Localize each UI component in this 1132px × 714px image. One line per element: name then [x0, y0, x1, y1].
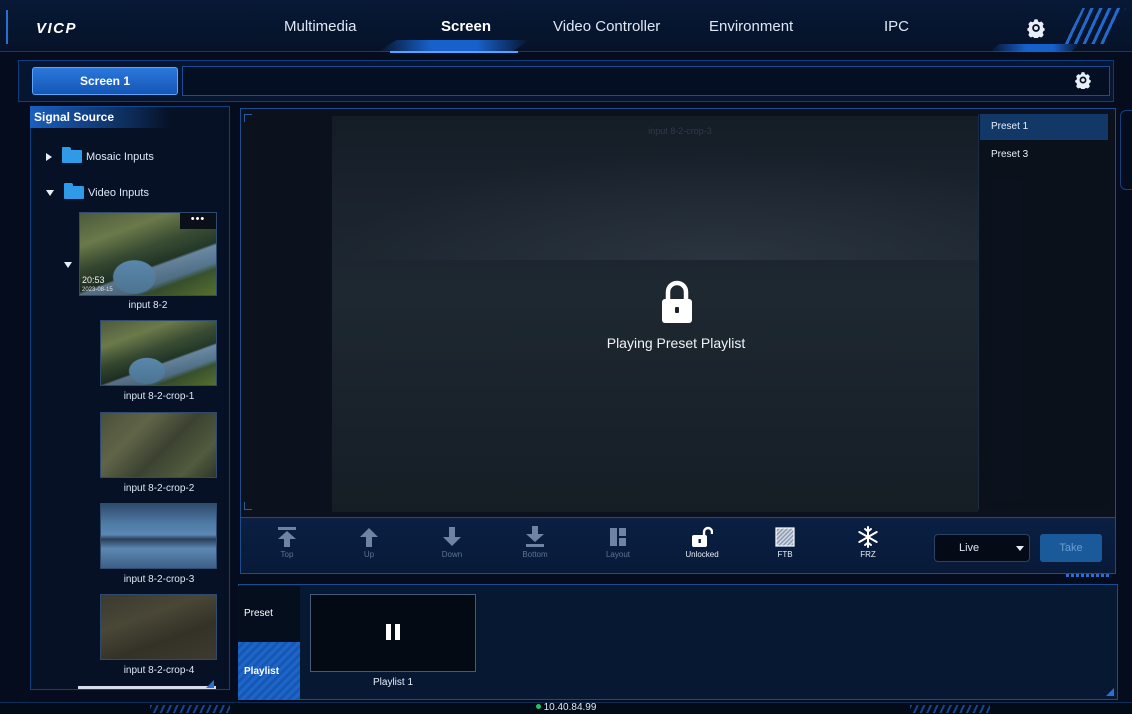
- canvas-layer-title: input 8-2-crop-3: [648, 126, 712, 136]
- corner-mark: [244, 114, 252, 122]
- thumbnail-time: 20:53: [82, 275, 105, 285]
- tab-ipc[interactable]: IPC: [884, 18, 909, 35]
- input-label: input 8-2-crop-2: [123, 483, 195, 494]
- move-up-button[interactable]: Up: [344, 524, 394, 570]
- move-down-button[interactable]: Down: [427, 524, 477, 570]
- active-tab-underline: [390, 51, 518, 53]
- chevron-down-icon[interactable]: [46, 189, 54, 196]
- layout-icon: [610, 528, 626, 546]
- freeze-button[interactable]: FRZ: [843, 524, 893, 570]
- chevron-down-icon[interactable]: [1016, 546, 1024, 551]
- move-bottom-button[interactable]: Bottom: [510, 524, 560, 570]
- tab-multimedia[interactable]: Multimedia: [284, 18, 357, 35]
- tool-label: FRZ: [860, 550, 876, 559]
- chevron-down-icon[interactable]: [64, 262, 72, 268]
- tool-label: Down: [441, 550, 463, 559]
- gear-icon[interactable]: [1026, 18, 1046, 38]
- move-bottom-icon: [526, 526, 544, 547]
- preset-item[interactable]: Preset 1: [980, 114, 1108, 140]
- folder-icon: [62, 147, 82, 163]
- input-label: input 8-2: [128, 300, 168, 311]
- unlock-button[interactable]: Unlocked: [677, 524, 727, 570]
- preset-item[interactable]: Preset 3: [980, 142, 1108, 168]
- arrow-up-icon: [360, 528, 378, 547]
- ip-address: 10.40.84.99: [543, 702, 597, 713]
- decorative-dash: [1066, 574, 1110, 577]
- tree-item-mosaic-inputs[interactable]: Mosaic Inputs: [46, 147, 154, 163]
- more-options-button[interactable]: •••: [180, 213, 216, 229]
- preview-image: [332, 150, 978, 260]
- tab-playlist[interactable]: Playlist: [238, 642, 300, 700]
- settings-highlight: [990, 44, 1080, 52]
- input-label: input 8-2-crop-1: [123, 391, 195, 402]
- thumbnail-date: 2023-08-15: [82, 287, 113, 293]
- ftb-icon: [775, 527, 795, 547]
- connected-indicator-icon: [535, 704, 541, 709]
- take-button[interactable]: Take: [1040, 534, 1102, 562]
- playlist-label: Playlist 1: [372, 677, 413, 688]
- move-top-icon: [278, 527, 296, 547]
- tool-label: Layout: [605, 550, 631, 559]
- input-thumbnail[interactable]: ••• 20:53 2023-08-15: [79, 212, 217, 296]
- lock-icon: [662, 280, 692, 323]
- panel-corner: [1106, 688, 1114, 696]
- folder-icon: [64, 183, 84, 199]
- connection-status: 10.40.84.99: [0, 702, 1132, 713]
- input-label: input 8-2-crop-4: [123, 665, 195, 676]
- tree-item-video-inputs[interactable]: Video Inputs: [46, 183, 149, 199]
- unlock-icon: [692, 526, 713, 547]
- tree-item-label: Mosaic Inputs: [86, 150, 154, 163]
- side-panel-handle[interactable]: [1120, 110, 1132, 190]
- tab-video-controller[interactable]: Video Controller: [553, 18, 660, 35]
- signal-source-title: Signal Source: [30, 106, 170, 128]
- move-top-button[interactable]: Top: [262, 524, 312, 570]
- app-logo: VICP: [36, 20, 78, 37]
- snowflake-icon: [858, 526, 878, 548]
- scroll-edge: [78, 686, 216, 689]
- ftb-button[interactable]: FTB: [760, 524, 810, 570]
- tab-preset[interactable]: Preset: [238, 586, 300, 642]
- screen-tab-strip: [182, 66, 1110, 96]
- layout-button[interactable]: Layout: [593, 524, 643, 570]
- input-thumbnail[interactable]: [100, 594, 217, 660]
- tab-environment[interactable]: Environment: [709, 18, 793, 35]
- input-label: input 8-2-crop-3: [123, 574, 195, 585]
- pause-icon[interactable]: [386, 624, 400, 640]
- tree-item-label: Video Inputs: [88, 186, 149, 199]
- chevron-right-icon[interactable]: [46, 152, 52, 161]
- gear-icon[interactable]: [1074, 71, 1092, 89]
- tool-label: FTB: [777, 550, 793, 559]
- preset-scroll-shade: [992, 180, 1022, 500]
- tool-label: Top: [280, 550, 294, 559]
- panel-corner: [206, 680, 214, 688]
- tool-label: Bottom: [522, 550, 548, 559]
- input-thumbnail[interactable]: [100, 412, 217, 478]
- tool-label: Unlocked: [685, 550, 719, 559]
- frame-bracket: [6, 10, 10, 44]
- arrow-down-icon: [443, 527, 461, 546]
- tool-label: Up: [363, 550, 375, 559]
- tab-screen[interactable]: Screen: [441, 18, 491, 35]
- playlist-status-text: Playing Preset Playlist: [606, 335, 746, 351]
- input-thumbnail[interactable]: [100, 320, 217, 386]
- corner-mark: [244, 502, 252, 510]
- screen-1-button[interactable]: Screen 1: [32, 67, 178, 95]
- input-thumbnail[interactable]: [100, 503, 217, 569]
